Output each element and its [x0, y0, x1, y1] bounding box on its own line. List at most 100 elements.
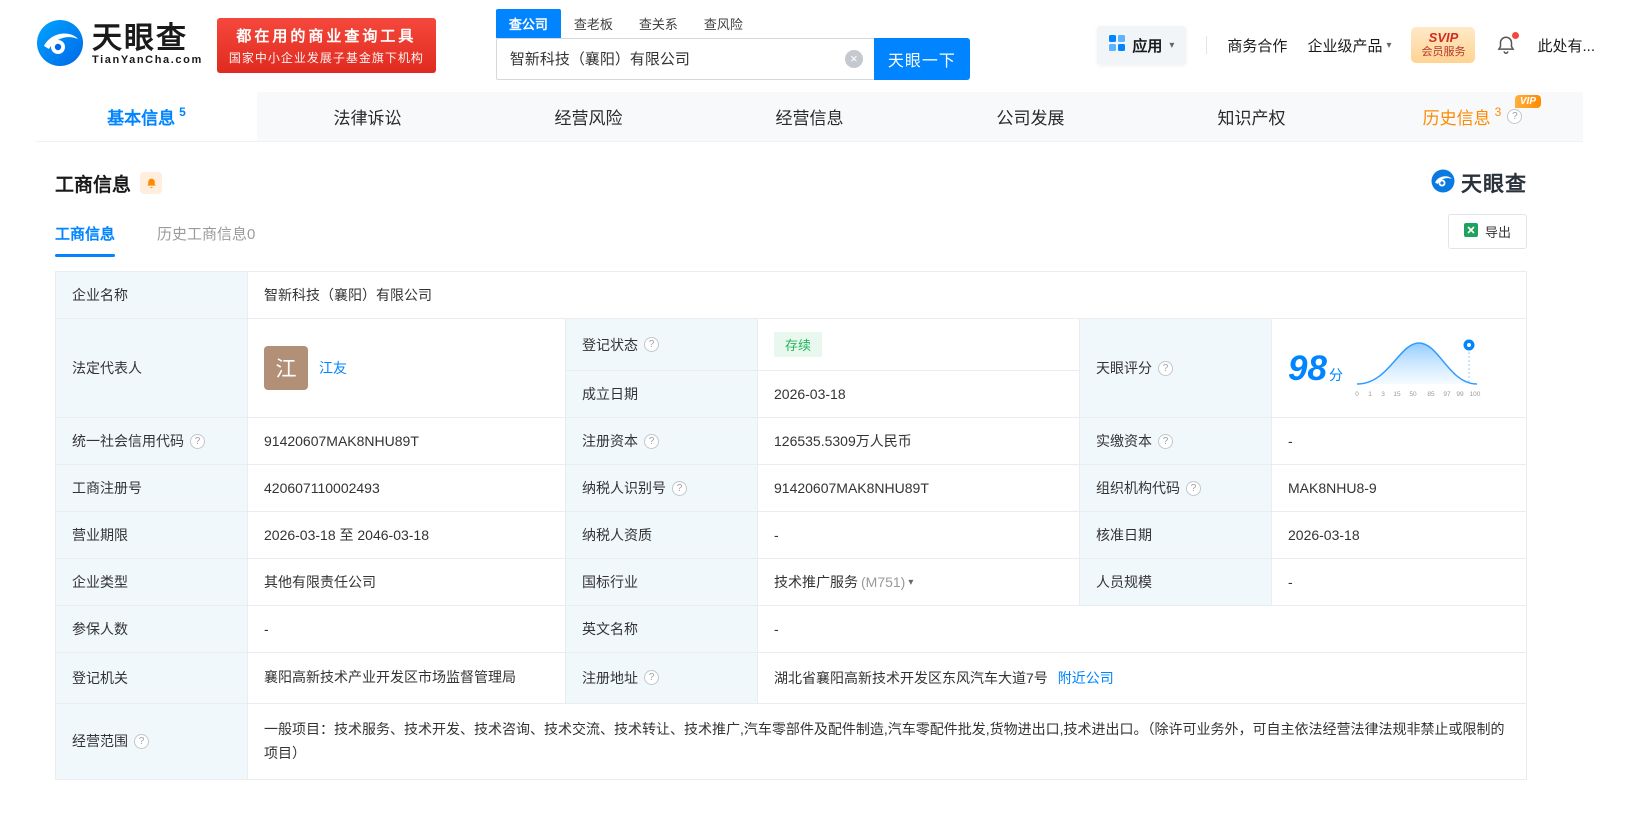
tianyancha-eye-icon [1431, 169, 1455, 198]
tab-label: 法律诉讼 [333, 109, 402, 128]
tab-count: 3 [1494, 104, 1502, 119]
business-scope-cell: 一般项目：技术服务、技术开发、技术咨询、技术交流、技术转让、技术推广,汽车零部件… [247, 702, 1527, 780]
search-tab-risk[interactable]: 查风险 [691, 9, 756, 38]
table-row: 法定代表人 江 江友 登记状态 ? 存续 天眼评分 ? 98 分 0 1 3 1… [55, 318, 1527, 418]
svg-text:85: 85 [1427, 391, 1435, 398]
score-curve-chart[interactable]: 0 1 3 15 50 85 97 99 100 [1353, 334, 1487, 403]
tianyancha-company-page: 天眼查 TianYanCha.com 都在用的商业查询工具 国家中小企业发展子基… [0, 0, 1635, 826]
help-icon[interactable]: ? [134, 733, 149, 749]
help-icon[interactable]: ? [1158, 360, 1173, 376]
menu-enterprise-products[interactable]: 企业级产品 ▾ [1307, 35, 1391, 56]
field-label: 国标行业 [565, 558, 758, 606]
svip-membership-badge[interactable]: SVIP 会员服务 [1411, 27, 1476, 63]
score-unit: 分 [1328, 366, 1343, 383]
clear-search-icon[interactable]: × [844, 49, 863, 68]
search-area: 查公司 查老板 查关系 查风险 × 天眼一下 [495, 8, 970, 80]
taxpayer-quality-value: - [757, 511, 1080, 559]
user-account[interactable]: 此处有... [1537, 35, 1595, 56]
excel-icon [1463, 223, 1478, 240]
subtab-business-info[interactable]: 工商信息 [55, 223, 116, 257]
field-label: 英文名称 [565, 605, 758, 653]
header-menu: 应用 ▾ 商务合作 企业级产品 ▾ SVIP 会员服务 此处有... [1097, 25, 1595, 65]
subtabs: 工商信息 历史工商信息0 导出 [55, 214, 1527, 257]
tab-label: 经营信息 [775, 109, 844, 128]
table-row: 工商注册号 420607110002493 纳税人识别号 ? 91420607M… [55, 464, 1527, 512]
tab-label: 历史信息 [1422, 109, 1491, 128]
help-icon[interactable]: ? [1186, 480, 1201, 496]
table-row: 统一社会信用代码 ? 91420607MAK8NHU89T 注册资本 ? 126… [55, 417, 1527, 465]
help-icon[interactable]: ? [644, 337, 659, 352]
score-value: 98 [1288, 348, 1327, 388]
reg-authority-cell: 襄阳高新技术产业开发区市场监督管理局 [247, 652, 566, 704]
banner-line2: 国家中小企业发展子基金旗下机构 [228, 50, 424, 65]
legal-rep-avatar[interactable]: 江 [264, 346, 308, 390]
subtab-history-business-info[interactable]: 历史工商信息0 [157, 223, 255, 257]
table-row: 参保人数 - 英文名称 - [55, 605, 1527, 653]
company-info-table: 企业名称 智新科技（襄阳）有限公司 法定代表人 江 江友 登记状态 ? 存续 天… [55, 271, 1527, 780]
table-row: 登记机关 襄阳高新技术产业开发区市场监督管理局 注册地址 ? 湖北省襄阳高新技术… [55, 652, 1527, 704]
tab-business-risk[interactable]: 经营风险 [478, 92, 699, 141]
search-tab-boss[interactable]: 查老板 [561, 9, 626, 38]
subscribe-bell-icon[interactable] [140, 172, 163, 194]
apps-grid-icon [1109, 34, 1126, 56]
nearby-companies-link[interactable]: 附近公司 [1058, 668, 1114, 688]
search-button[interactable]: 天眼一下 [873, 37, 970, 80]
chevron-down-icon: ▾ [1386, 39, 1392, 51]
chevron-down-icon[interactable]: ▾ [908, 577, 913, 588]
export-label: 导出 [1484, 225, 1511, 240]
apps-button[interactable]: 应用 ▾ [1097, 25, 1187, 65]
field-label: 营业期限 [55, 511, 248, 559]
site-logo[interactable]: 天眼查 TianYanCha.com [36, 19, 203, 72]
table-row: 经营范围 ? 一般项目：技术服务、技术开发、技术咨询、技术交流、技术转让、技术推… [55, 702, 1527, 780]
help-icon[interactable]: ? [644, 670, 659, 686]
tab-intellectual-property[interactable]: 知识产权 [1141, 92, 1362, 141]
field-label: 组织机构代码 ? [1079, 464, 1272, 512]
search-tab-relation[interactable]: 查关系 [626, 9, 691, 38]
tab-history-info[interactable]: VIP 历史信息 3 ? [1362, 92, 1583, 141]
svip-sublabel: 会员服务 [1421, 46, 1466, 59]
brand-name: 天眼查 [92, 22, 188, 56]
svg-text:15: 15 [1393, 391, 1401, 398]
industry-value: 技术推广服务 [774, 574, 858, 590]
svg-text:1: 1 [1368, 391, 1372, 398]
tab-business-info[interactable]: 经营信息 [699, 92, 920, 141]
notification-bell-icon[interactable] [1495, 32, 1520, 56]
tab-count: 5 [179, 104, 186, 119]
apps-label: 应用 [1132, 37, 1163, 55]
svg-text:50: 50 [1409, 391, 1417, 398]
org-code-value: MAK8NHU8-9 [1271, 464, 1527, 512]
help-icon[interactable]: ? [190, 433, 205, 449]
table-row: 企业名称 智新科技（襄阳）有限公司 [55, 271, 1527, 319]
search-input[interactable] [495, 37, 874, 80]
field-label: 注册资本 ? [565, 417, 758, 465]
section-watermark-logo: 天眼查 [1431, 168, 1527, 198]
field-label: 天眼评分 ? [1079, 318, 1272, 418]
help-icon[interactable]: ? [644, 433, 659, 449]
field-label: 企业名称 [55, 271, 248, 319]
vip-badge: VIP [1514, 95, 1541, 108]
tab-company-development[interactable]: 公司发展 [920, 92, 1141, 141]
search-tab-company[interactable]: 查公司 [495, 8, 561, 38]
tab-basic-info[interactable]: 基本信息 5 [36, 92, 257, 141]
promo-banner: 都在用的商业查询工具 国家中小企业发展子基金旗下机构 [216, 17, 436, 73]
menu-cooperation[interactable]: 商务合作 [1227, 35, 1287, 56]
divider [1206, 36, 1208, 54]
industry-code: (M751) [861, 574, 906, 590]
business-scope-value: 一般项目：技术服务、技术开发、技术咨询、技术交流、技术转让、技术推广,汽车零部件… [264, 720, 1505, 762]
field-label: 参保人数 [55, 605, 248, 653]
legal-rep-link[interactable]: 江友 [319, 358, 347, 378]
notification-dot [1512, 32, 1520, 39]
help-icon[interactable]: ? [1507, 109, 1523, 124]
help-icon[interactable]: ? [672, 480, 687, 496]
business-term-value: 2026-03-18 至 2046-03-18 [247, 511, 566, 559]
establish-date-value: 2026-03-18 [757, 370, 1080, 418]
export-button[interactable]: 导出 [1447, 214, 1527, 249]
reg-address-value: 湖北省襄阳高新技术开发区东风汽车大道7号 [774, 669, 1048, 686]
banner-line1: 都在用的商业查询工具 [236, 27, 417, 45]
help-icon[interactable]: ? [1158, 433, 1173, 449]
field-label: 人员规模 [1079, 558, 1272, 606]
tab-legal-proceedings[interactable]: 法律诉讼 [257, 92, 478, 141]
section-title: 工商信息 [55, 174, 132, 196]
header: 天眼查 TianYanCha.com 都在用的商业查询工具 国家中小企业发展子基… [0, 0, 1635, 90]
reg-capital-value: 126535.5309万人民币 [757, 417, 1080, 465]
